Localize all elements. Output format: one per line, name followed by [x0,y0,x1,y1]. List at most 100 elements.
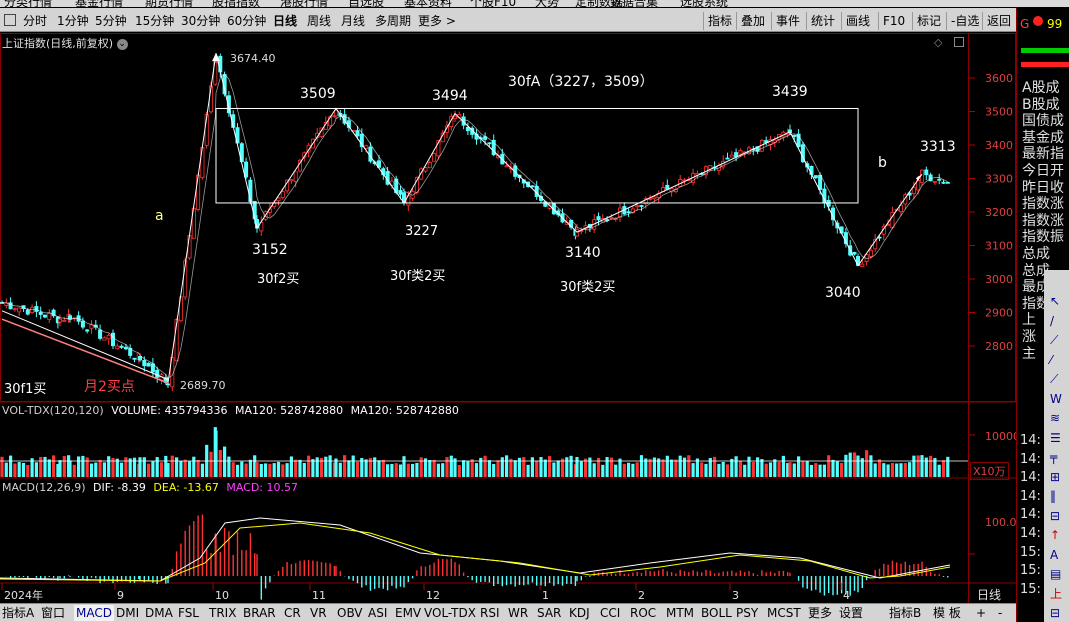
segment-tool-icon[interactable]: ⁄ [1050,353,1052,367]
cursor-icon[interactable]: ↖ [1050,294,1060,308]
indicator-tab[interactable]: MCST [767,605,801,621]
candle-body [596,216,601,221]
volume-bar [0,456,4,477]
diamond-icon[interactable]: ◇ [934,36,942,49]
note-tool-icon[interactable]: ▤ [1050,567,1061,581]
side-time: 14: [1020,507,1041,523]
arrow-up-icon[interactable]: ↑ [1050,528,1060,542]
volume-bar [445,457,449,477]
period-tab[interactable]: 日线 [273,13,297,29]
box-tool-icon[interactable]: ⊟ [1050,509,1060,523]
indicator-tab[interactable]: RSI [480,605,500,621]
volume-bar [192,456,196,477]
indicator-tab[interactable]: PSY [736,605,758,621]
indicator-tab[interactable]: BOLL [701,605,732,621]
period-tab[interactable]: 60分钟 [227,13,266,29]
price-tick-label: 2900 [985,307,1013,320]
menu-item[interactable]: 基本资料 [404,0,452,7]
volume-bar [132,457,137,477]
text-tool-icon[interactable]: A [1050,548,1058,562]
tabbar-button[interactable]: - [998,605,1002,621]
tabbar-button[interactable]: 模 板 [933,605,961,621]
indicator-tab[interactable]: EMV [395,605,421,621]
indicator-tab[interactable]: VR [310,605,327,621]
indicator-tab[interactable]: VOL-TDX [424,605,476,621]
volume-bar [364,459,368,477]
menu-item[interactable]: 个股F10 [470,0,516,7]
menu-item[interactable]: 港股行情 [280,0,328,7]
indicator-tab[interactable]: 设置 [839,605,863,621]
ray-tool-icon[interactable]: ⟋ [1050,333,1058,347]
candle-body [729,154,734,158]
indicator-tab[interactable]: MTM [666,605,694,621]
toolbar-button[interactable]: -自选 [946,12,983,30]
toolbar-button[interactable]: 画线 [841,12,874,30]
toolbar-button[interactable]: F10 [878,12,909,30]
chart-area: 3600 3500 3400 3300 3200 3100 3000 2900 2800 202… [0,33,1016,603]
side-time: 15: [1020,544,1041,560]
toolbar-button[interactable]: 统计 [806,12,839,30]
chevron-down-icon[interactable]: ⌄ [116,38,128,50]
up-mark-icon[interactable]: 上 [1050,587,1062,601]
indicator-tab[interactable]: CR [284,605,301,621]
grid-tool-icon[interactable]: ⊞ [1050,470,1060,484]
menu-item[interactable]: 分类行情 [4,0,52,7]
indicator-tab[interactable]: TRIX [209,605,236,621]
menu-item[interactable]: 选股系统 [680,0,728,7]
indicator-tab[interactable]: MACD [74,605,114,621]
menu-item[interactable]: 数据合集 [610,0,658,7]
period-tab[interactable]: 1分钟 [57,13,89,29]
indicator-tab[interactable]: ROC [630,605,656,621]
indicator-tab[interactable]: DMA [145,605,173,621]
toolbar-button[interactable]: 指标 [703,12,736,30]
period-tab[interactable]: 月线 [341,13,365,29]
indicator-tab[interactable]: FSL [178,605,199,621]
indicator-tab[interactable]: CCI [600,605,620,621]
indicator-tab[interactable]: 指标A [2,605,34,621]
bar-tool-icon[interactable]: ‖ [1050,489,1056,503]
wave-tool-icon[interactable]: W [1050,392,1062,406]
delete-tool-icon[interactable]: ⊟ [1050,606,1060,620]
indicator-tab[interactable]: DMI [116,605,139,621]
period-tab[interactable]: 周线 [307,13,331,29]
indicator-tab[interactable]: BRAR [243,605,276,621]
candle-body [937,178,942,181]
channel-tool-icon[interactable]: ╤ [1050,450,1057,464]
indicator-tab[interactable]: 更多 [808,605,832,621]
period-tab[interactable]: 分时 [23,13,47,29]
parallel-tool-icon[interactable]: ⟋ [1050,372,1058,386]
volume-bar [678,455,682,477]
period-tab[interactable]: 更多 > [418,13,456,29]
toolbar-button[interactable]: 返回 [982,12,1015,30]
menu-item[interactable]: 股指指数 [212,0,260,7]
line-tool-icon[interactable]: / [1050,314,1054,328]
indicator-tab[interactable]: KDJ [569,605,590,621]
volume-bars [0,427,975,477]
maximize-icon[interactable] [954,37,964,47]
indicator-tab[interactable]: 窗口 [41,605,65,621]
period-tab[interactable]: 30分钟 [181,13,220,29]
menu-item[interactable]: 期货行情 [145,0,193,7]
tabbar-button[interactable]: + [976,605,986,621]
period-tab[interactable]: 15分钟 [135,13,174,29]
indicator-tab[interactable]: OBV [337,605,363,621]
period-tab[interactable]: 多周期 [375,13,411,29]
tabbar-button[interactable]: 指标B [889,605,921,621]
record-icon [1033,16,1043,26]
volume-bar [170,455,174,477]
menu-item[interactable]: 大势 [535,0,559,7]
volume-pane-title: VOL-TDX(120,120) VOLUME: 435794336 MA120… [2,404,459,417]
indicator-tab[interactable]: SAR [537,605,561,621]
menu-item[interactable]: 基金行情 [75,0,123,7]
toolbar-button[interactable]: 叠加 [736,12,769,30]
indicator-tab[interactable]: WR [508,605,528,621]
gann-tool-icon[interactable]: ☰ [1050,431,1061,445]
window-icon[interactable] [4,14,16,26]
period-tab[interactable]: 5分钟 [95,13,127,29]
menu-item[interactable]: 自选股 [348,0,384,7]
toolbar-button[interactable]: 标记 [912,12,945,30]
candle-body [142,359,147,367]
indicator-tab[interactable]: ASI [368,605,387,621]
fib-tool-icon[interactable]: ≋ [1050,411,1060,425]
toolbar-button[interactable]: 事件 [771,12,804,30]
